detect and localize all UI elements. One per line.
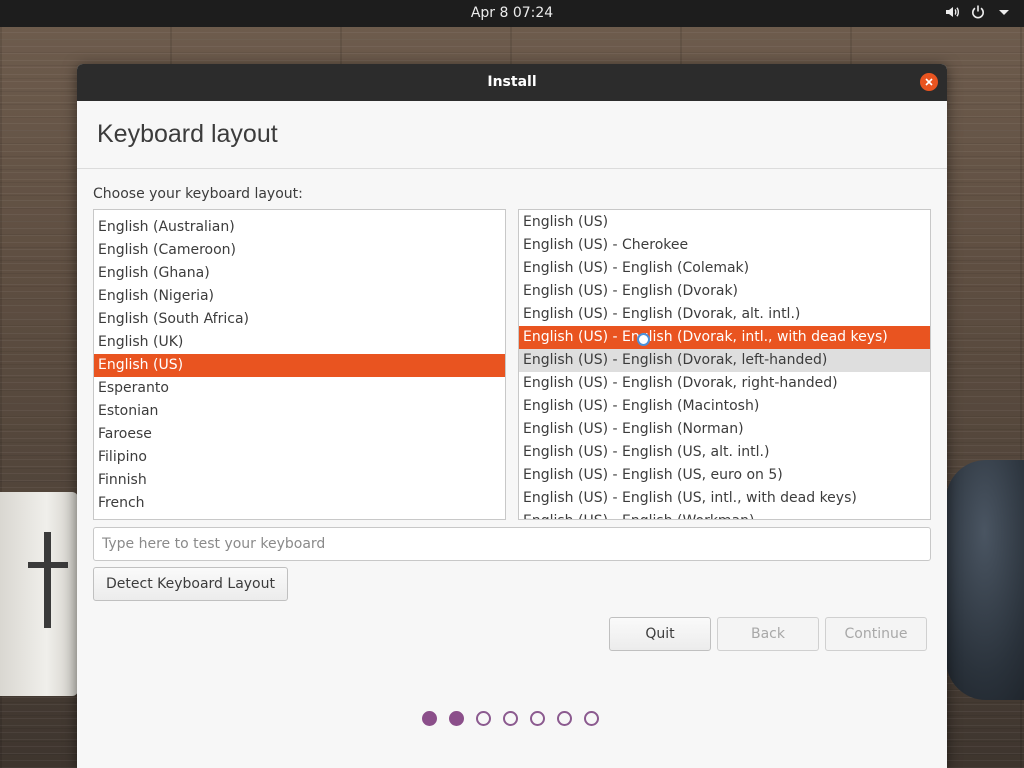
layout-list-item[interactable]: Finnish — [94, 469, 505, 492]
progress-dot — [449, 711, 464, 726]
variant-list[interactable]: English (US) English (US) - Cherokee Engli… — [518, 209, 931, 520]
progress-dot — [557, 711, 572, 726]
detect-layout-button[interactable]: Detect Keyboard Layout — [93, 567, 288, 601]
variant-list-item[interactable]: English (US) - English (Dvorak, alt. int… — [519, 303, 930, 326]
variant-list-item[interactable]: English (US) - English (Norman) — [519, 418, 930, 441]
layout-list-item[interactable]: English (Cameroon) — [94, 239, 505, 262]
top-bar: Apr 8 07:24 — [0, 0, 1024, 27]
variant-list-item[interactable]: English (US) - Cherokee — [519, 234, 930, 257]
cross-icon — [28, 532, 68, 628]
system-tray[interactable] — [944, 4, 1012, 20]
divider — [77, 168, 947, 169]
back-button[interactable]: Back — [717, 617, 819, 651]
variant-list-item[interactable]: English (US) - English (Macintosh) — [519, 395, 930, 418]
variant-list-item[interactable]: English (US) - English (Workman) — [519, 510, 930, 519]
close-icon — [925, 78, 933, 86]
layout-list-item[interactable]: Filipino — [94, 446, 505, 469]
variant-list-item[interactable]: English (US) - English (US, intl., with … — [519, 487, 930, 510]
layout-list[interactable]: English (Australian) English (Cameroon) En… — [93, 209, 506, 520]
progress-dot — [530, 711, 545, 726]
mouse-cursor — [637, 333, 650, 346]
layout-list-item[interactable]: Estonian — [94, 400, 505, 423]
window-title: Install — [487, 74, 537, 90]
progress-dot — [584, 711, 599, 726]
progress-dot — [503, 711, 518, 726]
layout-list-item[interactable]: Esperanto — [94, 377, 505, 400]
layout-prompt: Choose your keyboard layout: — [93, 186, 303, 202]
variant-list-item[interactable]: English (US) - English (Dvorak, intl., w… — [519, 326, 930, 349]
power-icon[interactable] — [970, 4, 986, 20]
variant-list-item[interactable]: English (US) - English (Dvorak, right-ha… — [519, 372, 930, 395]
volume-icon[interactable] — [944, 4, 960, 20]
variant-list-item[interactable]: English (US) - English (Dvorak, left-han… — [519, 349, 930, 372]
layout-list-item[interactable]: Faroese — [94, 423, 505, 446]
layout-list-item[interactable]: English (Nigeria) — [94, 285, 505, 308]
layout-list-item[interactable]: English (Australian) — [94, 216, 505, 239]
progress-indicator — [422, 711, 599, 726]
layout-list-item[interactable]: English (South Africa) — [94, 308, 505, 331]
progress-dot — [422, 711, 437, 726]
quit-button[interactable]: Quit — [609, 617, 711, 651]
variant-list-item[interactable]: English (US) — [519, 211, 930, 234]
variant-list-item[interactable]: English (US) - English (US, euro on 5) — [519, 464, 930, 487]
variant-list-item[interactable]: English (US) - English (US, alt. intl.) — [519, 441, 930, 464]
progress-dot — [476, 711, 491, 726]
clock[interactable]: Apr 8 07:24 — [0, 5, 1024, 21]
close-button[interactable] — [920, 73, 938, 91]
variant-list-item[interactable]: English (US) - English (Dvorak) — [519, 280, 930, 303]
variant-list-item[interactable]: English (US) - English (Colemak) — [519, 257, 930, 280]
layout-list-item[interactable]: English (Ghana) — [94, 262, 505, 285]
desktop-mug — [946, 460, 1024, 700]
page-title: Keyboard layout — [97, 120, 278, 148]
chevron-down-icon[interactable] — [996, 4, 1012, 20]
continue-button[interactable]: Continue — [825, 617, 927, 651]
layout-list-item[interactable]: English (UK) — [94, 331, 505, 354]
installer-window: Install Keyboard layout Choose your keyb… — [77, 64, 947, 768]
desktop-book — [0, 492, 78, 696]
layout-list-item[interactable]: French — [94, 492, 505, 515]
title-bar[interactable]: Install — [77, 64, 947, 101]
layout-list-item[interactable]: English (US) — [94, 354, 505, 377]
keyboard-test-input[interactable] — [93, 527, 931, 561]
